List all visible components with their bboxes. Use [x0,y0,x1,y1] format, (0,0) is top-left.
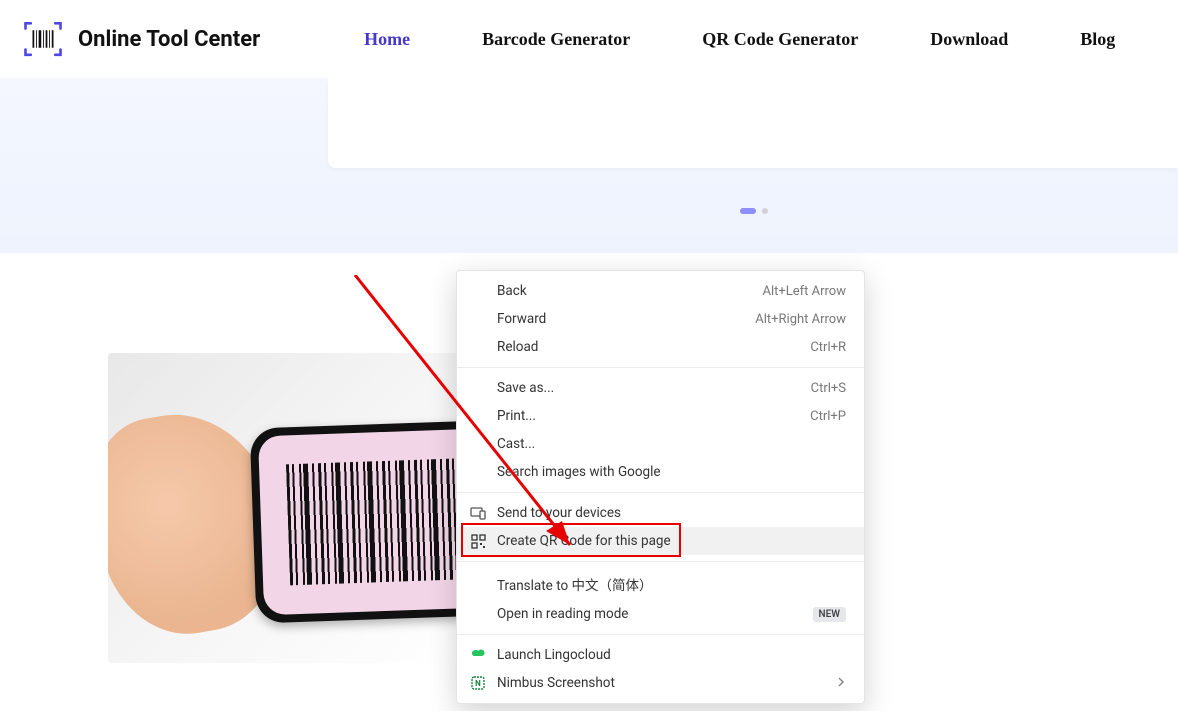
devices-icon [469,504,487,522]
nav-qr-generator[interactable]: QR Code Generator [702,29,858,50]
shortcut-label: Ctrl+R [810,340,846,355]
header: Online Tool Center Home Barcode Generato… [0,0,1178,78]
cm-back[interactable]: Back Alt+Left Arrow [457,277,864,305]
main-nav: Home Barcode Generator QR Code Generator… [364,29,1115,50]
context-menu: Back Alt+Left Arrow Forward Alt+Right Ar… [456,270,865,704]
hero-card [328,78,1178,168]
cm-translate[interactable]: Translate to 中文（简体） [457,568,864,600]
carousel-pager [740,208,768,214]
svg-text:N: N [475,679,481,688]
cm-reload[interactable]: Reload Ctrl+R [457,333,864,361]
logo-icon [22,18,64,60]
cm-forward[interactable]: Forward Alt+Right Arrow [457,305,864,333]
chevron-right-icon [836,675,846,691]
cm-cast[interactable]: Cast... [457,430,864,458]
cm-reading-mode[interactable]: Open in reading mode NEW [457,600,864,628]
barcode-icon [286,455,458,585]
new-badge: NEW [813,607,847,622]
nav-blog[interactable]: Blog [1080,29,1115,50]
nimbus-icon: N [469,674,487,692]
nav-home[interactable]: Home [364,29,410,50]
cm-create-qr[interactable]: Create QR Code for this page [457,527,864,555]
shortcut-label: Alt+Left Arrow [762,284,846,299]
pager-dot[interactable] [762,208,768,214]
cm-nimbus[interactable]: N Nimbus Screenshot [457,669,864,697]
nav-barcode-generator[interactable]: Barcode Generator [482,29,630,50]
cm-print[interactable]: Print... Ctrl+P [457,402,864,430]
cm-search-images[interactable]: Search images with Google [457,458,864,486]
shortcut-label: Ctrl+P [810,409,846,424]
nav-download[interactable]: Download [930,29,1008,50]
barcode-photo [108,353,458,663]
qr-icon [469,532,487,550]
cm-lingocloud[interactable]: Launch Lingocloud [457,641,864,669]
cm-save-as[interactable]: Save as... Ctrl+S [457,374,864,402]
shortcut-label: Ctrl+S [811,381,846,396]
hero-section [0,78,1178,253]
pager-dot-active[interactable] [740,208,756,214]
brand-name[interactable]: Online Tool Center [78,27,260,52]
cm-send-devices[interactable]: Send to your devices [457,499,864,527]
shortcut-label: Alt+Right Arrow [755,312,846,327]
lingocloud-icon [469,646,487,664]
